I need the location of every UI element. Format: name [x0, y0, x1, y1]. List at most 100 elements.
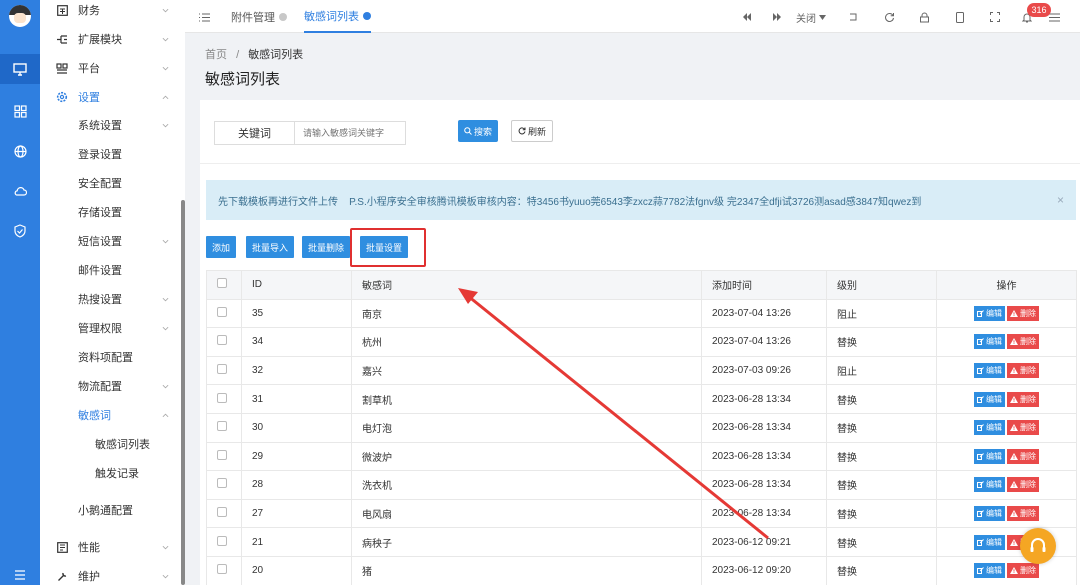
- cloud-icon[interactable]: [0, 176, 40, 206]
- sidebar-item-logistics[interactable]: 物流配置: [40, 373, 181, 399]
- menu-toggle-icon[interactable]: [197, 10, 211, 24]
- row-checkbox[interactable]: [206, 555, 242, 585]
- sidebar-item-xiaoetong-config[interactable]: 小鹅通配置: [40, 497, 181, 523]
- monitor-icon[interactable]: [0, 54, 40, 84]
- batch-import-button[interactable]: 批量导入: [246, 236, 295, 258]
- edit-button[interactable]: 编辑: [974, 420, 1005, 436]
- refresh-icon[interactable]: [882, 10, 896, 24]
- table-row: 32 嘉兴 2023-07-03 09:26 阻止 编辑 删除: [206, 355, 1077, 386]
- cell-actions: 编辑 删除: [936, 441, 1077, 472]
- sidebar-item-platform[interactable]: 平台: [40, 55, 181, 81]
- sidebar-item-login-settings[interactable]: 登录设置: [40, 141, 181, 167]
- delete-button[interactable]: 删除: [1007, 391, 1039, 407]
- sidebar-item-mail-settings[interactable]: 邮件设置: [40, 257, 181, 283]
- keyword-input[interactable]: [295, 122, 405, 144]
- cell-level: 替换: [826, 412, 937, 443]
- search-button[interactable]: 搜索: [458, 120, 499, 142]
- edit-button[interactable]: 编辑: [974, 563, 1005, 579]
- sidebar-item-security-config[interactable]: 安全配置: [40, 170, 181, 196]
- minimize-icon[interactable]: [847, 10, 861, 24]
- refresh-button[interactable]: 刷新: [511, 120, 554, 142]
- sidebar-scrollbar[interactable]: [181, 200, 185, 585]
- delete-button[interactable]: 删除: [1007, 420, 1039, 436]
- sidebar-item-settings[interactable]: 设置: [40, 84, 181, 110]
- cell-word: 割草机: [351, 384, 702, 414]
- edit-button[interactable]: 编辑: [974, 477, 1005, 493]
- delete-button[interactable]: 删除: [1007, 334, 1039, 350]
- avatar[interactable]: [9, 5, 31, 27]
- edit-button[interactable]: 编辑: [974, 334, 1005, 350]
- edit-button[interactable]: 编辑: [974, 391, 1005, 407]
- close-icon[interactable]: [279, 12, 287, 21]
- delete-button[interactable]: 删除: [1007, 477, 1039, 493]
- delete-button[interactable]: 删除: [1007, 563, 1039, 579]
- sidebar-item-storage-settings[interactable]: 存储设置: [40, 199, 181, 225]
- batch-delete-button[interactable]: 批量删除: [302, 236, 351, 258]
- scroll-left-icon[interactable]: [740, 10, 754, 24]
- edit-icon: [977, 338, 984, 346]
- sidebar-item-sms-settings[interactable]: 短信设置: [40, 228, 181, 254]
- delete-button[interactable]: 删除: [1007, 506, 1039, 522]
- delete-button-label: 删除: [1020, 394, 1036, 404]
- sidebar-item-label: 短信设置: [78, 236, 122, 248]
- row-checkbox[interactable]: [206, 527, 242, 557]
- sidebar-item-label: 登录设置: [78, 149, 122, 161]
- column-header-id: ID: [241, 270, 352, 300]
- row-checkbox[interactable]: [206, 298, 242, 329]
- row-checkbox[interactable]: [206, 470, 242, 500]
- scroll-right-icon[interactable]: [770, 10, 784, 24]
- edit-button[interactable]: 编辑: [974, 534, 1005, 550]
- sidebar-item-sensitive-word-list[interactable]: 敏感词列表: [40, 431, 181, 457]
- mobile-icon[interactable]: [953, 10, 967, 24]
- tab-sensitive-word-list[interactable]: 敏感词列表: [304, 0, 371, 33]
- delete-button[interactable]: 删除: [1007, 448, 1039, 464]
- close-icon[interactable]: ×: [1057, 193, 1064, 207]
- sidebar-item-maintenance[interactable]: 维护: [40, 563, 181, 585]
- shield-check-icon[interactable]: [0, 216, 40, 246]
- row-checkbox[interactable]: [206, 355, 242, 386]
- add-button[interactable]: 添加: [206, 236, 237, 258]
- chevron-down-icon: [162, 384, 169, 388]
- grid-icon[interactable]: [0, 96, 40, 126]
- sidebar-item-hot-search[interactable]: 热搜设置: [40, 286, 181, 312]
- cell-id: 30: [241, 412, 352, 443]
- sidebar-item-profile-config[interactable]: 资料项配置: [40, 344, 181, 370]
- close-icon[interactable]: [363, 11, 371, 20]
- row-checkbox[interactable]: [206, 412, 242, 443]
- row-checkbox[interactable]: [206, 441, 242, 472]
- help-float-button[interactable]: [1020, 528, 1056, 564]
- lock-icon[interactable]: [917, 10, 931, 24]
- sensitive-word-table: ID 敏感词 添加时间 级别 操作 35 南京 2023-07-04 13:26 阻止…: [206, 270, 1077, 585]
- edit-button-label: 编辑: [986, 366, 1002, 376]
- sidebar-item-finance[interactable]: 财务: [40, 0, 181, 23]
- delete-button[interactable]: 删除: [1007, 305, 1039, 321]
- close-menu-dropdown[interactable]: 关闭: [791, 10, 831, 25]
- delete-button-label: 删除: [1020, 308, 1036, 318]
- delete-button-label: 删除: [1020, 366, 1036, 376]
- edit-button[interactable]: 编辑: [974, 363, 1005, 379]
- breadcrumb-home[interactable]: 首页: [205, 49, 227, 61]
- edit-button[interactable]: 编辑: [974, 506, 1005, 522]
- sidebar-item-performance[interactable]: 性能: [40, 534, 181, 560]
- fullscreen-icon[interactable]: [988, 10, 1002, 24]
- cell-word: 微波炉: [351, 441, 702, 472]
- menu-icon[interactable]: [0, 560, 40, 585]
- tab-attachments[interactable]: 附件管理: [231, 0, 287, 33]
- row-checkbox[interactable]: [206, 384, 242, 414]
- delete-button[interactable]: 删除: [1007, 363, 1039, 379]
- row-checkbox[interactable]: [206, 498, 242, 529]
- sidebar-item-sensitive-words[interactable]: 敏感词: [40, 402, 181, 428]
- sidebar-item-system-settings[interactable]: 系统设置: [40, 112, 181, 138]
- edit-button[interactable]: 编辑: [974, 448, 1005, 464]
- sidebar-item-trigger-log[interactable]: 触发记录: [40, 460, 181, 486]
- warning-icon: [1010, 481, 1018, 489]
- cell-id: 21: [241, 527, 352, 557]
- chevron-down-icon: [162, 8, 169, 12]
- select-all-checkbox[interactable]: [206, 270, 242, 300]
- edit-icon: [977, 538, 984, 546]
- edit-button[interactable]: 编辑: [974, 305, 1005, 321]
- row-checkbox[interactable]: [206, 327, 242, 357]
- sidebar-item-modules[interactable]: 扩展模块: [40, 26, 181, 52]
- globe-icon[interactable]: [0, 136, 40, 166]
- sidebar-item-permissions[interactable]: 管理权限: [40, 315, 181, 341]
